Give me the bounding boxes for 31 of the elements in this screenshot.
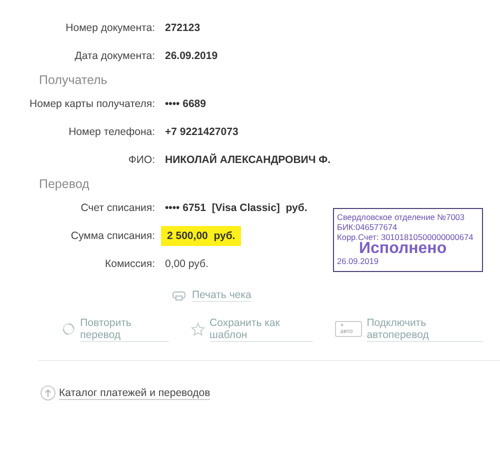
field-label: Дата документа: — [74, 50, 156, 62]
field-value: 2 500,00 руб. — [161, 226, 242, 246]
field-label: Счет списания: — [80, 202, 156, 214]
field-label: Номер карты получателя: — [28, 98, 156, 110]
field-label: Номер телефона: — [68, 126, 156, 138]
field-label: Сумма списания: — [70, 230, 156, 242]
field-value: 272123 — [165, 22, 200, 34]
action-link[interactable]: Повторить перевод — [80, 316, 168, 342]
action-link[interactable]: Сохранить как шаблон — [210, 316, 314, 342]
field-value: •••• 6751 [Visa Classic] руб. — [165, 202, 308, 214]
field-label: Номер документа: — [64, 22, 156, 34]
printer-icon — [172, 289, 186, 301]
field-label: Комиссия: — [104, 258, 156, 270]
field-label: ФИО: — [127, 154, 156, 166]
print-receipt-link[interactable]: Печать чека — [172, 288, 252, 302]
field-value: 0,00 руб. — [165, 258, 208, 270]
stamp-text: Свердловское отделение №7003 — [337, 212, 466, 222]
circular-arrows-icon — [62, 322, 76, 336]
star-icon — [190, 322, 205, 336]
catalog-link[interactable]: Каталог платежей и переводов — [59, 386, 210, 400]
field-value: НИКОЛАЙ АЛЕКСАНДРОВИЧ Ф. — [165, 154, 331, 166]
action-link[interactable]: Подключить автоперевод — [366, 316, 484, 342]
stamp-text: Корр.Счет: 30101810500000000674 — [337, 232, 474, 242]
field-value: +7 9221427073 — [165, 126, 238, 138]
stamp-status: Исполнено — [359, 242, 447, 256]
field-value: 26.09.2019 — [165, 50, 218, 62]
stamp-date: 26.09.2019 — [337, 256, 380, 266]
section-heading: Перевод — [38, 176, 90, 193]
field-value: •••• 6689 — [165, 98, 206, 110]
section-heading: Получатель — [38, 72, 108, 89]
stamp-text: БИК:046577674 — [337, 222, 398, 232]
